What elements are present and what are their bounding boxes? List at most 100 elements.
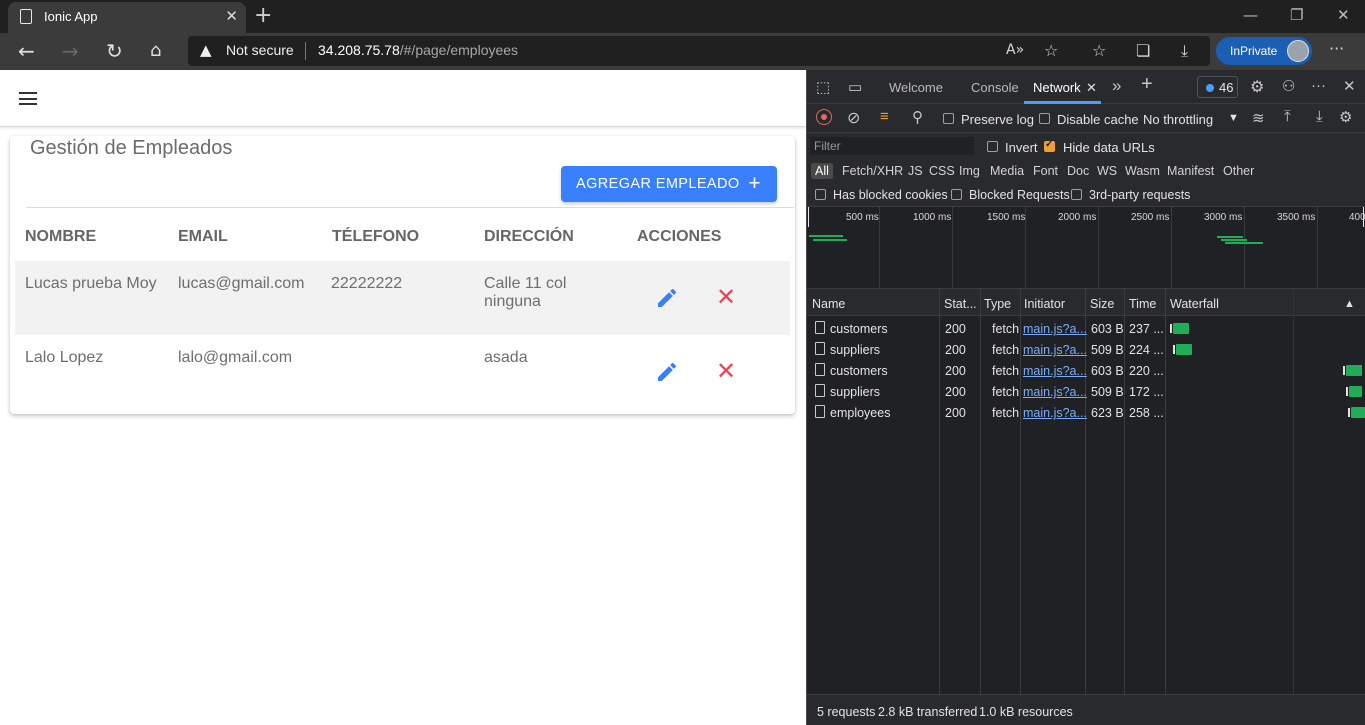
blocked-requests-checkbox[interactable] [951,189,962,200]
third-party-requests-checkbox[interactable] [1071,189,1082,200]
security-label[interactable]: Not secure [226,42,294,58]
request-row[interactable]: employees 200 fetch main.js?a... 623 B 2… [807,402,1365,423]
address-bar[interactable]: ▲ Not secure 34.208.75.78/#/page/employe… [188,36,1210,66]
settings-gear-icon[interactable]: ⚙ [1250,77,1264,97]
search-icon[interactable]: ⚲ [912,108,923,126]
document-icon [815,384,825,397]
add-tab-icon[interactable]: + [1141,73,1153,96]
filter-type-all[interactable]: All [811,163,833,179]
has-blocked-cookies-checkbox[interactable] [815,189,826,200]
restore-icon[interactable]: ❐ [1290,6,1303,24]
delete-icon[interactable]: ✕ [716,283,736,311]
inprivate-badge[interactable]: InPrivate [1216,37,1312,65]
tab-close-icon[interactable]: ✕ [225,7,238,25]
filter-type-wasm[interactable]: Wasm [1125,164,1160,178]
request-initiator[interactable]: main.js?a... [1023,343,1087,357]
edit-icon[interactable] [655,286,679,310]
tab-console[interactable]: Console [971,80,1019,95]
request-name[interactable]: suppliers [830,343,880,357]
filter-type-other[interactable]: Other [1223,164,1254,178]
window-close-icon[interactable]: ✕ [1337,6,1350,24]
devtools-close-icon[interactable]: ✕ [1343,77,1356,95]
filter-icon[interactable]: ≡ [880,108,889,125]
request-row[interactable]: suppliers 200 fetch main.js?a... 509 B 1… [807,381,1365,402]
inspect-element-icon[interactable]: ⬚ [816,78,830,96]
hide-data-urls-checkbox[interactable] [1044,139,1055,152]
sort-ascending-icon[interactable]: ▲ [1344,298,1355,310]
document-icon [815,321,825,334]
network-conditions-icon[interactable]: ≋ [1252,109,1265,127]
add-employee-button[interactable]: AGREGAR EMPLEADO + [561,166,777,202]
invert-checkbox[interactable] [987,141,998,152]
read-aloud-icon[interactable]: A» [1006,42,1024,58]
delete-icon[interactable]: ✕ [716,357,736,385]
request-initiator[interactable]: main.js?a... [1023,406,1087,420]
waterfall-bar [1176,344,1192,355]
filter-type-media[interactable]: Media [990,164,1024,178]
menu-icon[interactable] [19,92,37,105]
request-row[interactable]: customers 200 fetch main.js?a... 603 B 2… [807,360,1365,381]
disable-cache-checkbox[interactable] [1039,113,1050,124]
minimize-icon[interactable]: — [1243,6,1258,24]
add-favorite-icon[interactable]: ☆ [1044,41,1058,60]
request-initiator[interactable]: main.js?a... [1023,364,1087,378]
warning-icon[interactable]: ▲ [200,41,212,59]
filter-type-font[interactable]: Font [1033,164,1058,178]
column-size[interactable]: Size [1090,297,1114,311]
network-overview[interactable]: 500 ms 1000 ms 1500 ms 2000 ms 2500 ms 3… [807,207,1365,289]
downloads-icon[interactable]: ⤓ [1181,41,1188,61]
clear-icon[interactable]: ⊘ [847,108,860,128]
browser-tab[interactable]: Ionic App ✕ [8,2,246,33]
filter-type-doc[interactable]: Doc [1067,164,1089,178]
filter-type-js[interactable]: JS [908,164,923,178]
forward-icon[interactable]: → [62,39,79,63]
tab-network-close-icon[interactable]: ✕ [1086,80,1097,96]
tab-welcome[interactable]: Welcome [889,80,943,95]
request-name[interactable]: suppliers [830,385,880,399]
home-icon[interactable]: ⌂ [150,40,161,61]
column-type[interactable]: Type [984,297,1011,311]
filter-field[interactable] [810,137,974,155]
export-har-icon[interactable]: ⤓ [1316,108,1323,125]
request-row[interactable]: suppliers 200 fetch main.js?a... 509 B 2… [807,339,1365,360]
request-row[interactable]: customers 200 fetch main.js?a... 603 B 2… [807,318,1365,339]
devtools-more-icon[interactable]: ··· [1311,77,1326,94]
chevron-down-icon[interactable]: ▼ [1228,112,1239,124]
tab-network[interactable]: Network [1033,80,1081,95]
customize-icon[interactable]: ⚇ [1282,77,1295,95]
filter-type-img[interactable]: Img [959,164,980,178]
column-initiator[interactable]: Initiator [1024,297,1065,311]
column-name[interactable]: Name [812,297,845,311]
url-text[interactable]: 34.208.75.78/#/page/employees [318,42,518,58]
request-name[interactable]: customers [830,364,888,378]
throttling-select[interactable]: No throttling [1143,112,1213,127]
column-waterfall[interactable]: Waterfall [1170,297,1219,311]
filter-type-fetch-xhr[interactable]: Fetch/XHR [842,164,903,178]
request-initiator[interactable]: main.js?a... [1023,385,1087,399]
collections-icon[interactable]: ❏ [1136,41,1150,60]
record-icon[interactable] [816,109,832,125]
filter-type-manifest[interactable]: Manifest [1167,164,1214,178]
import-har-icon[interactable]: ⤒ [1284,108,1291,125]
favorites-icon[interactable]: ☆ [1092,41,1106,60]
overview-handle[interactable] [808,207,809,227]
new-tab-button[interactable]: + [254,3,272,28]
more-tabs-icon[interactable]: » [1112,76,1121,96]
issues-badge[interactable]: 46 [1197,76,1238,98]
preserve-log-checkbox[interactable] [943,113,954,124]
edit-icon[interactable] [655,360,679,384]
filter-input[interactable] [810,137,974,155]
filter-type-css[interactable]: CSS [929,164,955,178]
request-name[interactable]: customers [830,322,888,336]
column-status[interactable]: Stat... [944,297,977,311]
overview-tick: 1000 ms [913,212,952,223]
device-emulation-icon[interactable]: ▭ [848,78,862,96]
back-icon[interactable]: ← [18,39,35,63]
network-settings-icon[interactable]: ⚙ [1339,108,1352,126]
settings-more-icon[interactable]: ··· [1329,39,1344,58]
refresh-icon[interactable]: ↻ [106,39,123,63]
column-time[interactable]: Time [1129,297,1156,311]
request-name[interactable]: employees [830,406,890,420]
filter-type-ws[interactable]: WS [1097,164,1117,178]
request-initiator[interactable]: main.js?a... [1023,322,1087,336]
